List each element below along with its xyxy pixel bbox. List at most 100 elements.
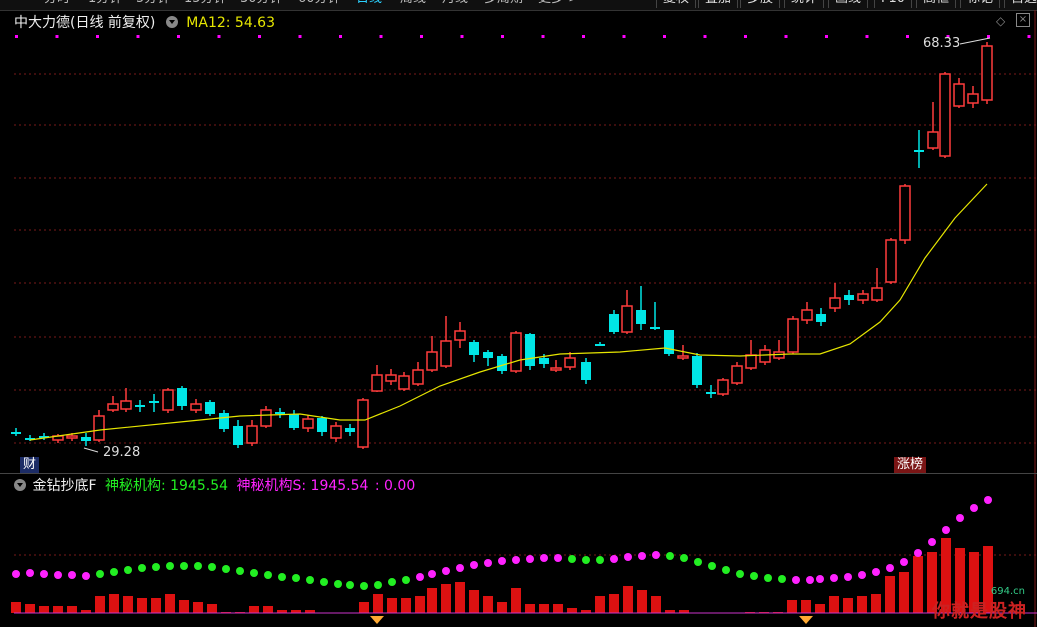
- candle-body: [107, 403, 119, 411]
- indicator-dot: [498, 557, 506, 565]
- indicator-dot: [138, 564, 146, 572]
- indicator-dot: [54, 571, 62, 579]
- candle-body: [357, 399, 369, 448]
- indicator-dot: [512, 556, 520, 564]
- candle-body: [953, 83, 965, 107]
- ma12-label: MA12: 54.63: [186, 15, 275, 31]
- signal-dot: [379, 35, 383, 38]
- signal-dot: [339, 35, 342, 38]
- candle-body: [927, 131, 939, 149]
- indicator-dot: [638, 552, 646, 560]
- indicator-dot: [928, 538, 936, 546]
- limit-up-badge[interactable]: 涨榜: [894, 457, 927, 473]
- indicator-bar: [25, 604, 35, 613]
- main-chart-header: 中大力德(日线 前复权) MA12: 54.63: [14, 13, 275, 33]
- candle-body: [302, 418, 314, 429]
- indicator-bar: [95, 596, 105, 613]
- indicator-bar: [39, 606, 49, 613]
- indicator-dot: [360, 582, 368, 590]
- indicator-bar: [109, 594, 119, 613]
- candle-body: [731, 365, 743, 384]
- indicator-bar: [857, 596, 867, 613]
- candle-body: [190, 403, 202, 411]
- indicator-bar: [373, 594, 383, 613]
- candle-body: [289, 414, 299, 428]
- candle-body: [483, 352, 493, 358]
- indicator-bar: [359, 602, 369, 613]
- indicator-dot: [736, 570, 744, 578]
- dropdown-circle-icon[interactable]: [14, 479, 26, 491]
- indicator-dot: [388, 578, 396, 586]
- candle-body: [717, 379, 729, 395]
- indicator-bar: [829, 596, 839, 613]
- candle-body: [149, 401, 159, 403]
- candle-body: [233, 426, 243, 445]
- candle-body: [81, 437, 91, 441]
- diamond-icon[interactable]: ◇: [996, 14, 1005, 28]
- indicator-dot: [652, 551, 660, 559]
- indicator-bar: [483, 596, 493, 613]
- panel-divider[interactable]: [0, 473, 1037, 474]
- indicator-dot: [110, 568, 118, 576]
- candle-body: [550, 367, 562, 371]
- candle-body: [426, 351, 438, 371]
- indicator-dot: [778, 575, 786, 583]
- candle-body: [664, 330, 674, 354]
- indicator-dot: [470, 561, 478, 569]
- candle-body: [219, 413, 229, 429]
- candle-body: [621, 305, 633, 333]
- indicator-bar: [387, 598, 397, 613]
- candle-body: [497, 356, 507, 371]
- candle-body: [177, 388, 187, 406]
- indicator-dot: [124, 566, 132, 574]
- indicator-dot: [306, 576, 314, 584]
- candle-body: [636, 310, 646, 324]
- signal-dot: [460, 35, 464, 38]
- signal-dot: [825, 35, 828, 38]
- indicator-dot: [320, 578, 328, 586]
- candle-body: [454, 330, 466, 341]
- indicator-bar: [609, 594, 619, 613]
- candle-body: [857, 293, 869, 301]
- indicator-bar: [511, 588, 521, 613]
- indicator-dot: [194, 562, 202, 570]
- kline-chart[interactable]: [0, 0, 1037, 627]
- indicator-bar: [401, 598, 411, 613]
- candle-body: [539, 358, 549, 364]
- candle-body: [412, 369, 424, 385]
- indicator-dot: [764, 574, 772, 582]
- indicator-dot: [456, 564, 464, 572]
- close-panel-icon[interactable]: ×: [1016, 13, 1030, 27]
- indicator-dot: [750, 572, 758, 580]
- finance-badge[interactable]: 财: [20, 457, 40, 473]
- indicator-dot: [942, 526, 950, 534]
- indicator-dot: [374, 581, 382, 589]
- candle-body: [385, 374, 397, 382]
- dropdown-circle-icon[interactable]: [165, 16, 178, 28]
- indicator-dot: [40, 570, 48, 578]
- stock-title: 中大力德(日线 前复权): [14, 15, 156, 31]
- indicator-bar: [67, 606, 77, 613]
- low-arrow: [83, 447, 99, 453]
- indicator-dot: [526, 555, 534, 563]
- indicator-dot: [346, 581, 354, 589]
- candle-body: [120, 400, 132, 410]
- indicator-dot: [680, 554, 688, 562]
- candle-body: [914, 150, 924, 152]
- candle-body: [939, 73, 951, 157]
- indicator-name[interactable]: 金钻抄底F: [32, 478, 96, 494]
- indicator-bar: [263, 606, 273, 613]
- indicator-dot: [82, 572, 90, 580]
- candle-body: [469, 342, 479, 355]
- indicator-bar: [651, 596, 661, 613]
- indicator-dot: [428, 570, 436, 578]
- indicator-bar: [623, 586, 633, 613]
- indicator-dot: [708, 562, 716, 570]
- candle-body: [246, 425, 258, 444]
- indicator-dot: [568, 555, 576, 563]
- indicator-dot: [68, 571, 76, 579]
- indicator-bar: [815, 604, 825, 613]
- candle-body: [595, 344, 605, 346]
- signal-dot: [541, 35, 545, 38]
- candle-body: [525, 334, 535, 366]
